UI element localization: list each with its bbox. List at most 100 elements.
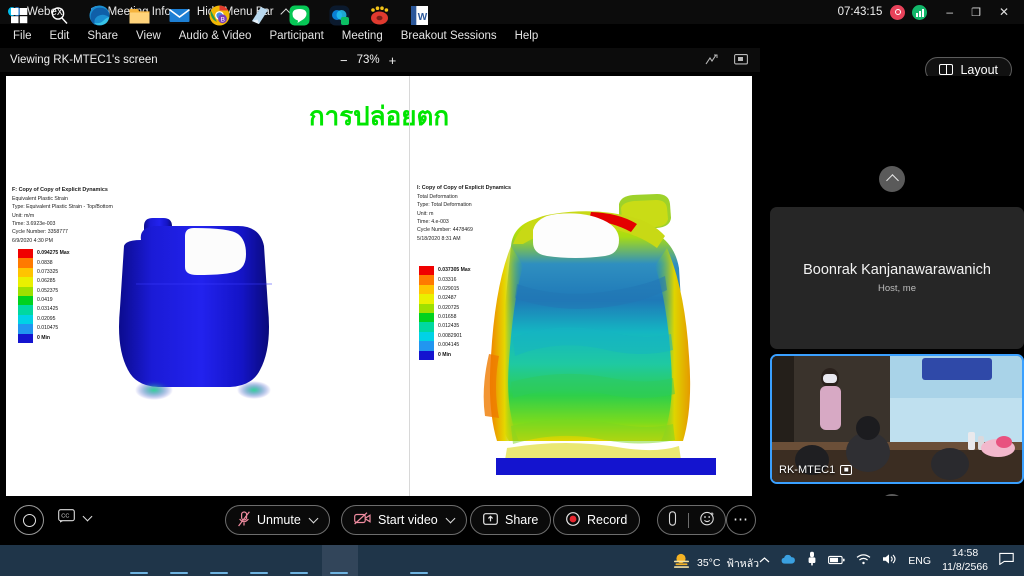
- wifi-icon[interactable]: [856, 552, 871, 570]
- legend-color-swatch: [419, 303, 434, 313]
- running-indicator: [170, 572, 188, 574]
- legend-row: 0.029015: [419, 284, 471, 295]
- zoom-out-button[interactable]: −: [340, 54, 348, 67]
- running-indicator: [330, 572, 348, 574]
- language-indicator[interactable]: ENG: [908, 555, 931, 567]
- onedrive-icon[interactable]: [781, 552, 796, 570]
- paint-icon[interactable]: [368, 4, 391, 27]
- line-icon[interactable]: [288, 4, 311, 27]
- system-tray: ENG 14:58 11/8/2566: [759, 545, 1014, 576]
- canister-render-right: [471, 186, 711, 476]
- taskbar-clock[interactable]: 14:58 11/8/2566: [942, 547, 988, 574]
- legend-color-swatch: [18, 249, 33, 259]
- menu-item-participant[interactable]: Participant: [260, 30, 332, 42]
- taskbar-weather[interactable]: 35°C ฟ้าหลัว: [672, 551, 759, 575]
- menu-item-help[interactable]: Help: [506, 30, 548, 42]
- close-button[interactable]: ✕: [990, 5, 1018, 19]
- fea-left-legend: 0.094275 Max 0.0838 0.073325 0.06285 0.05237…: [18, 249, 70, 343]
- zoom-level-label[interactable]: 73%: [357, 54, 380, 66]
- legend-value-label: 0.073325: [37, 268, 59, 275]
- legend-value-label: 0.010475: [37, 325, 59, 332]
- shared-screen-content[interactable]: การปล่อยตก F: Copy of Copy of Explicit D…: [6, 76, 752, 496]
- chevron-up-icon[interactable]: [759, 552, 770, 570]
- weather-temperature: 35°C: [697, 557, 721, 569]
- viewing-title: Viewing RK-MTEC1's screen: [10, 54, 158, 66]
- participant-name: Boonrak Kanjanawarawanich: [803, 262, 991, 278]
- legend-color-swatch: [419, 331, 434, 342]
- legend-row: 0.0838: [18, 258, 70, 268]
- legend-color-swatch: [419, 350, 434, 360]
- restore-button[interactable]: ❐: [962, 6, 990, 19]
- rail-scroll-up-button[interactable]: [879, 166, 905, 192]
- legend-value-label: 0.0838: [37, 259, 53, 266]
- legend-row: 0 Min: [419, 350, 471, 360]
- zoom-in-button[interactable]: +: [389, 54, 397, 67]
- menu-item-breakout-sessions[interactable]: Breakout Sessions: [392, 30, 506, 42]
- emoji-icon[interactable]: [700, 511, 715, 529]
- legend-value-label: 0 Min: [438, 351, 452, 358]
- closed-captions-icon[interactable]: CC: [58, 509, 75, 528]
- meeting-controls-bar: CC Unmute Start video Share Record ⋯: [0, 496, 1024, 544]
- fea-left-header: F: Copy of Copy of Explicit Dynamics Equ…: [12, 186, 113, 245]
- battery-icon[interactable]: [828, 552, 845, 570]
- pen-icon[interactable]: [668, 511, 677, 529]
- mail-icon[interactable]: [168, 4, 191, 27]
- menu-item-file[interactable]: File: [4, 30, 41, 42]
- webex-title-bar: Webex Meeting Info Hide Menu Bar 07:43:1…: [0, 0, 1024, 24]
- more-options-button[interactable]: ⋯: [726, 505, 756, 535]
- menu-item-audio-video[interactable]: Audio & Video: [170, 30, 261, 42]
- legend-row: 0.010475: [18, 324, 70, 334]
- menu-item-edit[interactable]: Edit: [41, 30, 79, 42]
- menu-item-view[interactable]: View: [127, 30, 170, 42]
- legend-color-swatch: [18, 267, 33, 278]
- legend-color-swatch: [18, 286, 33, 296]
- edge-icon[interactable]: [88, 4, 111, 27]
- viewing-bar: Viewing RK-MTEC1's screen − 73% +: [0, 48, 760, 72]
- running-indicator: [130, 572, 148, 574]
- record-button[interactable]: Record: [553, 505, 641, 535]
- reactions-icon[interactable]: [14, 505, 44, 535]
- share-button[interactable]: Share: [470, 505, 552, 535]
- haze-icon: [672, 551, 691, 575]
- participant-tile-video[interactable]: RK-MTEC1 ■: [770, 354, 1024, 484]
- sticky-notes-icon[interactable]: [248, 4, 271, 27]
- usb-icon[interactable]: [807, 551, 817, 571]
- legend-color-swatch: [419, 312, 434, 323]
- start-video-button[interactable]: Start video: [341, 505, 467, 535]
- legend-row: 0.012435: [419, 322, 471, 332]
- legend-color-swatch: [18, 324, 33, 334]
- record-label: Record: [587, 513, 628, 527]
- minimize-button[interactable]: –: [937, 5, 962, 19]
- file-explorer-icon[interactable]: [128, 4, 151, 27]
- network-signal-icon[interactable]: [912, 4, 928, 20]
- volume-icon[interactable]: [882, 552, 897, 570]
- word-icon[interactable]: W: [408, 4, 431, 27]
- fea-left-header-line-1: Equivalent Plastic Strain: [12, 195, 68, 202]
- windows-start-icon[interactable]: [8, 4, 31, 27]
- search-icon[interactable]: [48, 4, 71, 27]
- legend-row: 0.02095: [18, 314, 70, 325]
- screen-icon[interactable]: [734, 54, 748, 66]
- legend-color-swatch: [18, 333, 33, 343]
- legend-color-swatch: [419, 266, 434, 276]
- legend-value-label: 0.0419: [37, 297, 53, 304]
- legend-value-label: 0.0082901: [438, 332, 463, 339]
- screen-share-icon: ■: [840, 465, 853, 475]
- participant-tile-host[interactable]: Boonrak Kanjanawarawanich Host, me: [770, 207, 1024, 349]
- annotate-icon[interactable]: [705, 54, 718, 66]
- legend-value-label: 0.020725: [438, 304, 460, 311]
- menu-item-meeting[interactable]: Meeting: [333, 30, 392, 42]
- fea-left-header-line-5: Cycle Number: 3358777: [12, 229, 68, 236]
- video-chevron-down-icon[interactable]: [445, 513, 456, 524]
- unmute-button[interactable]: Unmute: [225, 505, 330, 535]
- annotate-emoji-group[interactable]: [657, 505, 726, 535]
- unmute-chevron-down-icon[interactable]: [308, 513, 319, 524]
- chrome-icon[interactable]: B: [208, 4, 231, 27]
- impact-floor-plate: [496, 458, 716, 475]
- notification-icon[interactable]: [999, 552, 1014, 570]
- captions-chevron-down-icon[interactable]: [82, 511, 93, 522]
- menu-item-share[interactable]: Share: [78, 30, 127, 42]
- webex-icon[interactable]: [328, 4, 351, 27]
- legend-row: 0.06285: [18, 277, 70, 287]
- recording-indicator-icon[interactable]: [890, 4, 906, 20]
